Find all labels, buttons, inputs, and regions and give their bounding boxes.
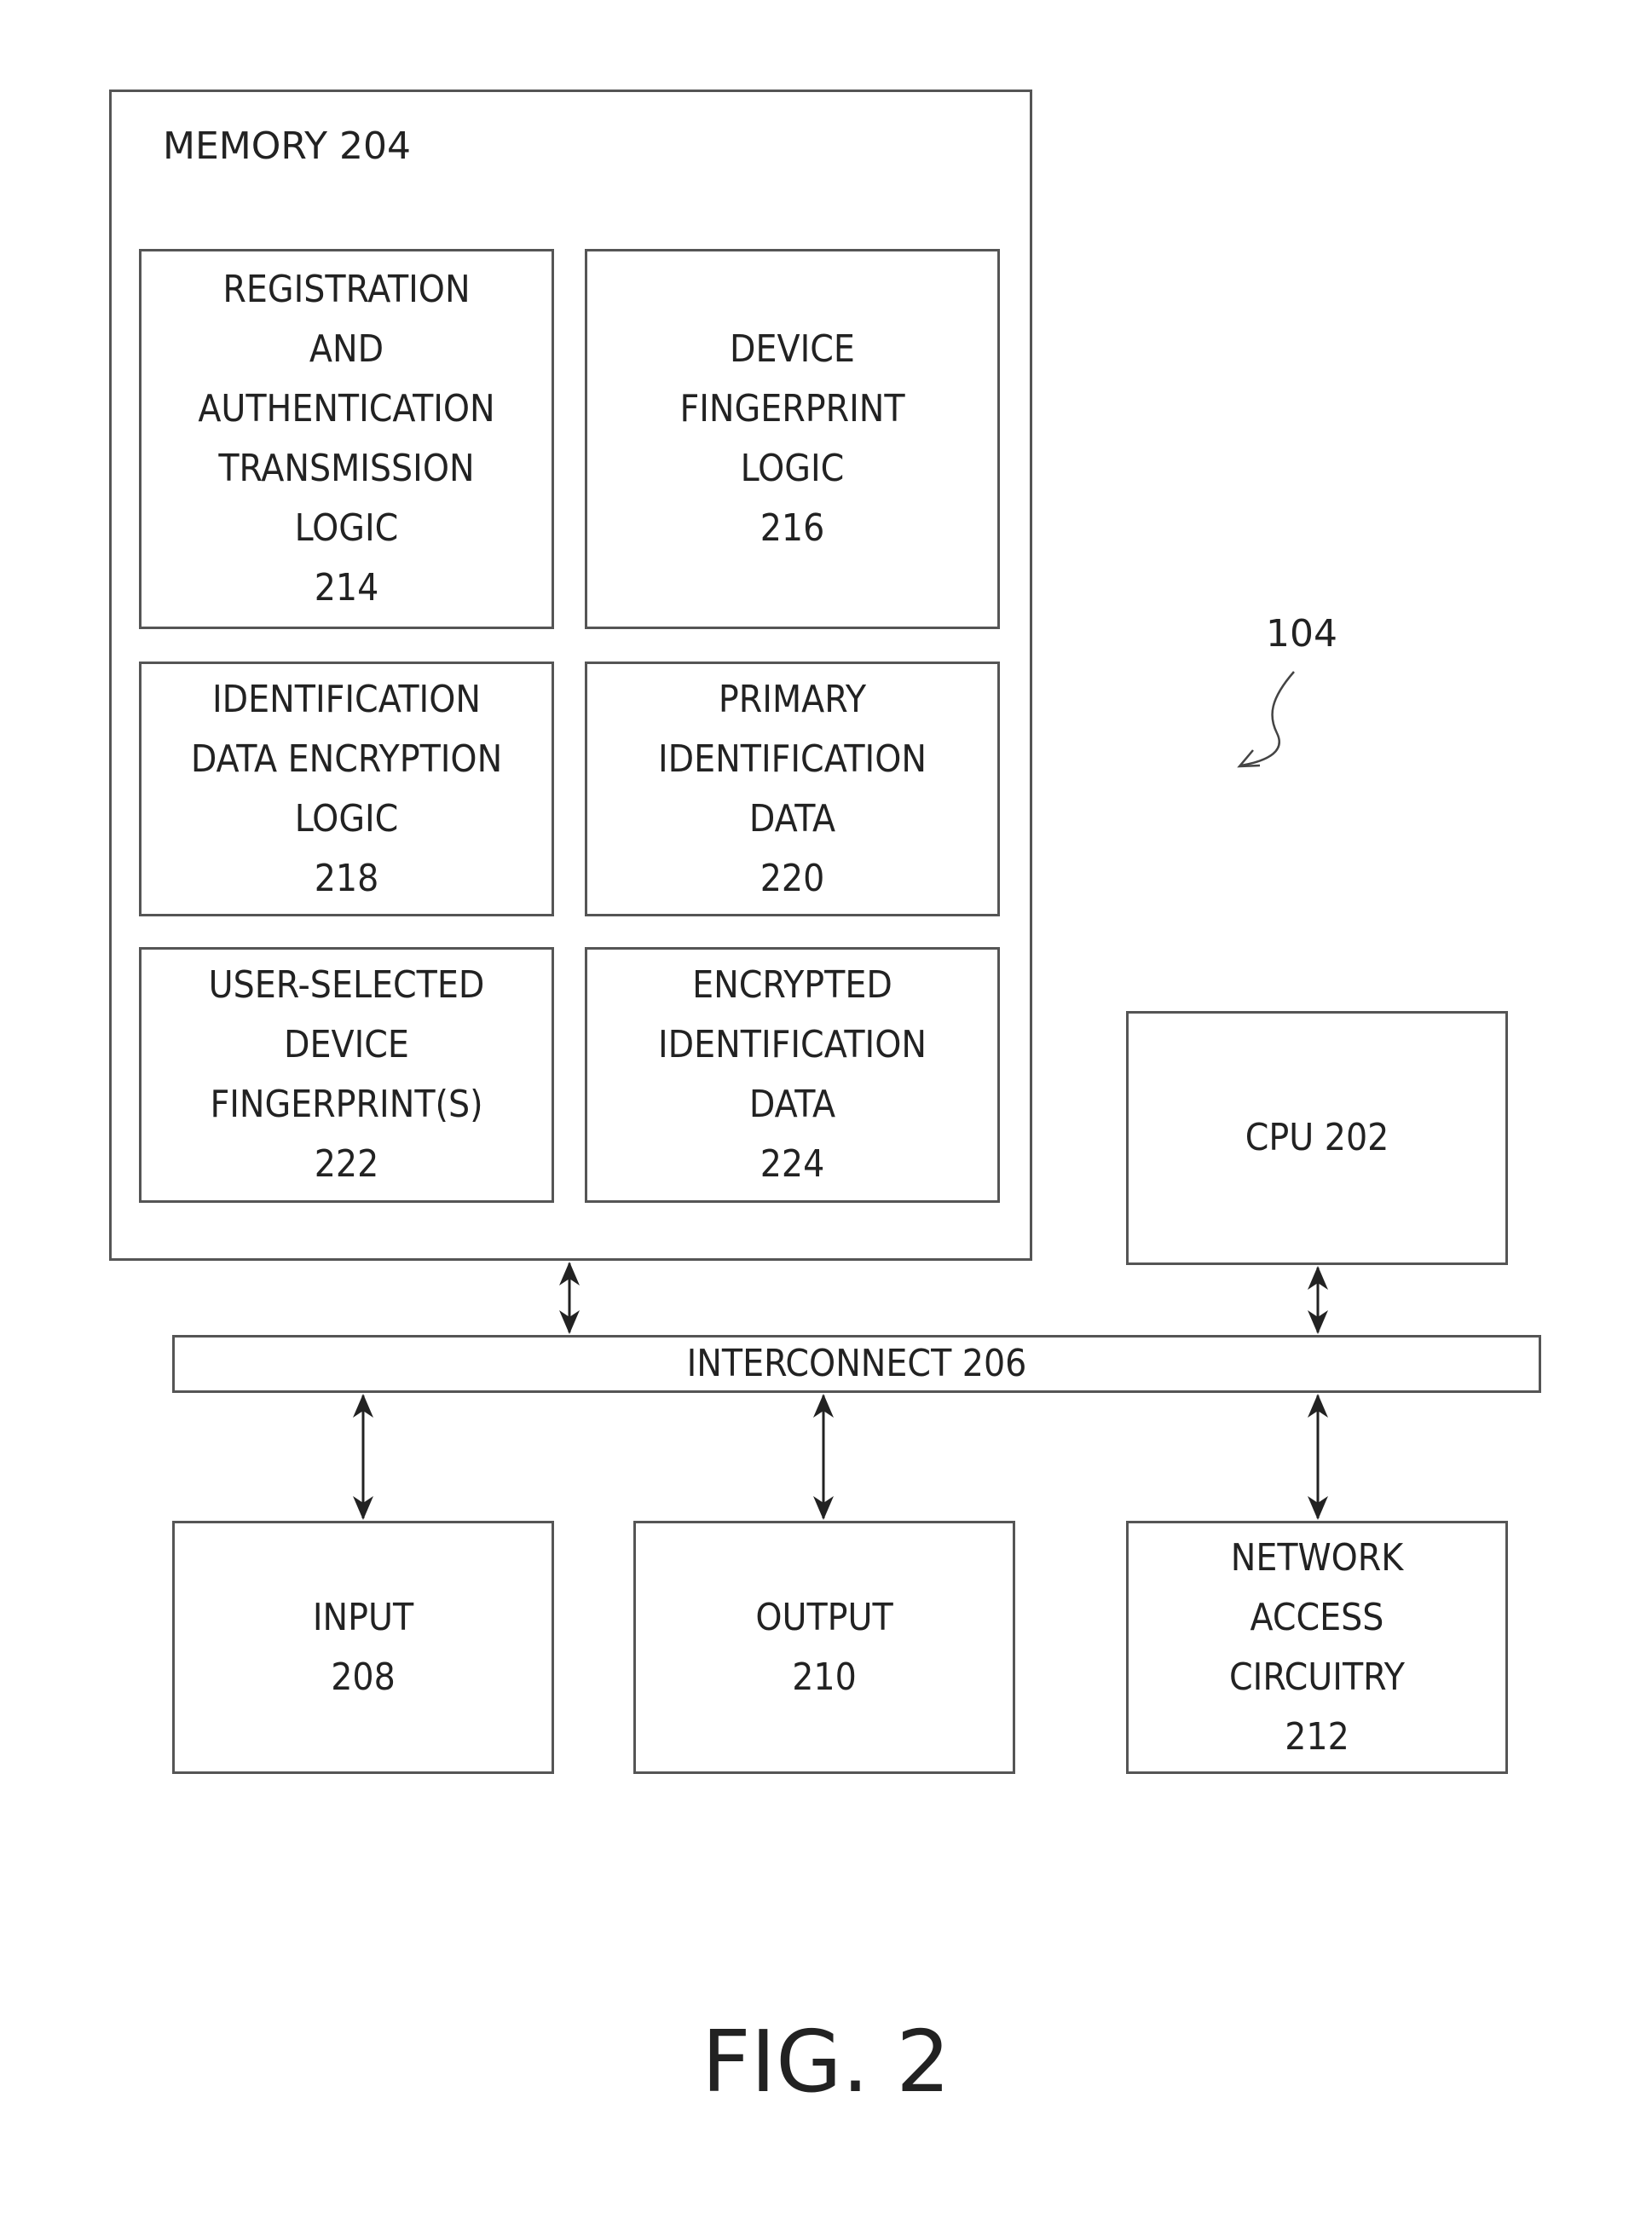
device-reference-number: 104 <box>1266 612 1337 656</box>
figure-caption: FIG. 2 <box>702 2012 950 2112</box>
reference-squiggle-arrow <box>1240 671 1295 767</box>
connectors-layer <box>353 671 1328 1520</box>
